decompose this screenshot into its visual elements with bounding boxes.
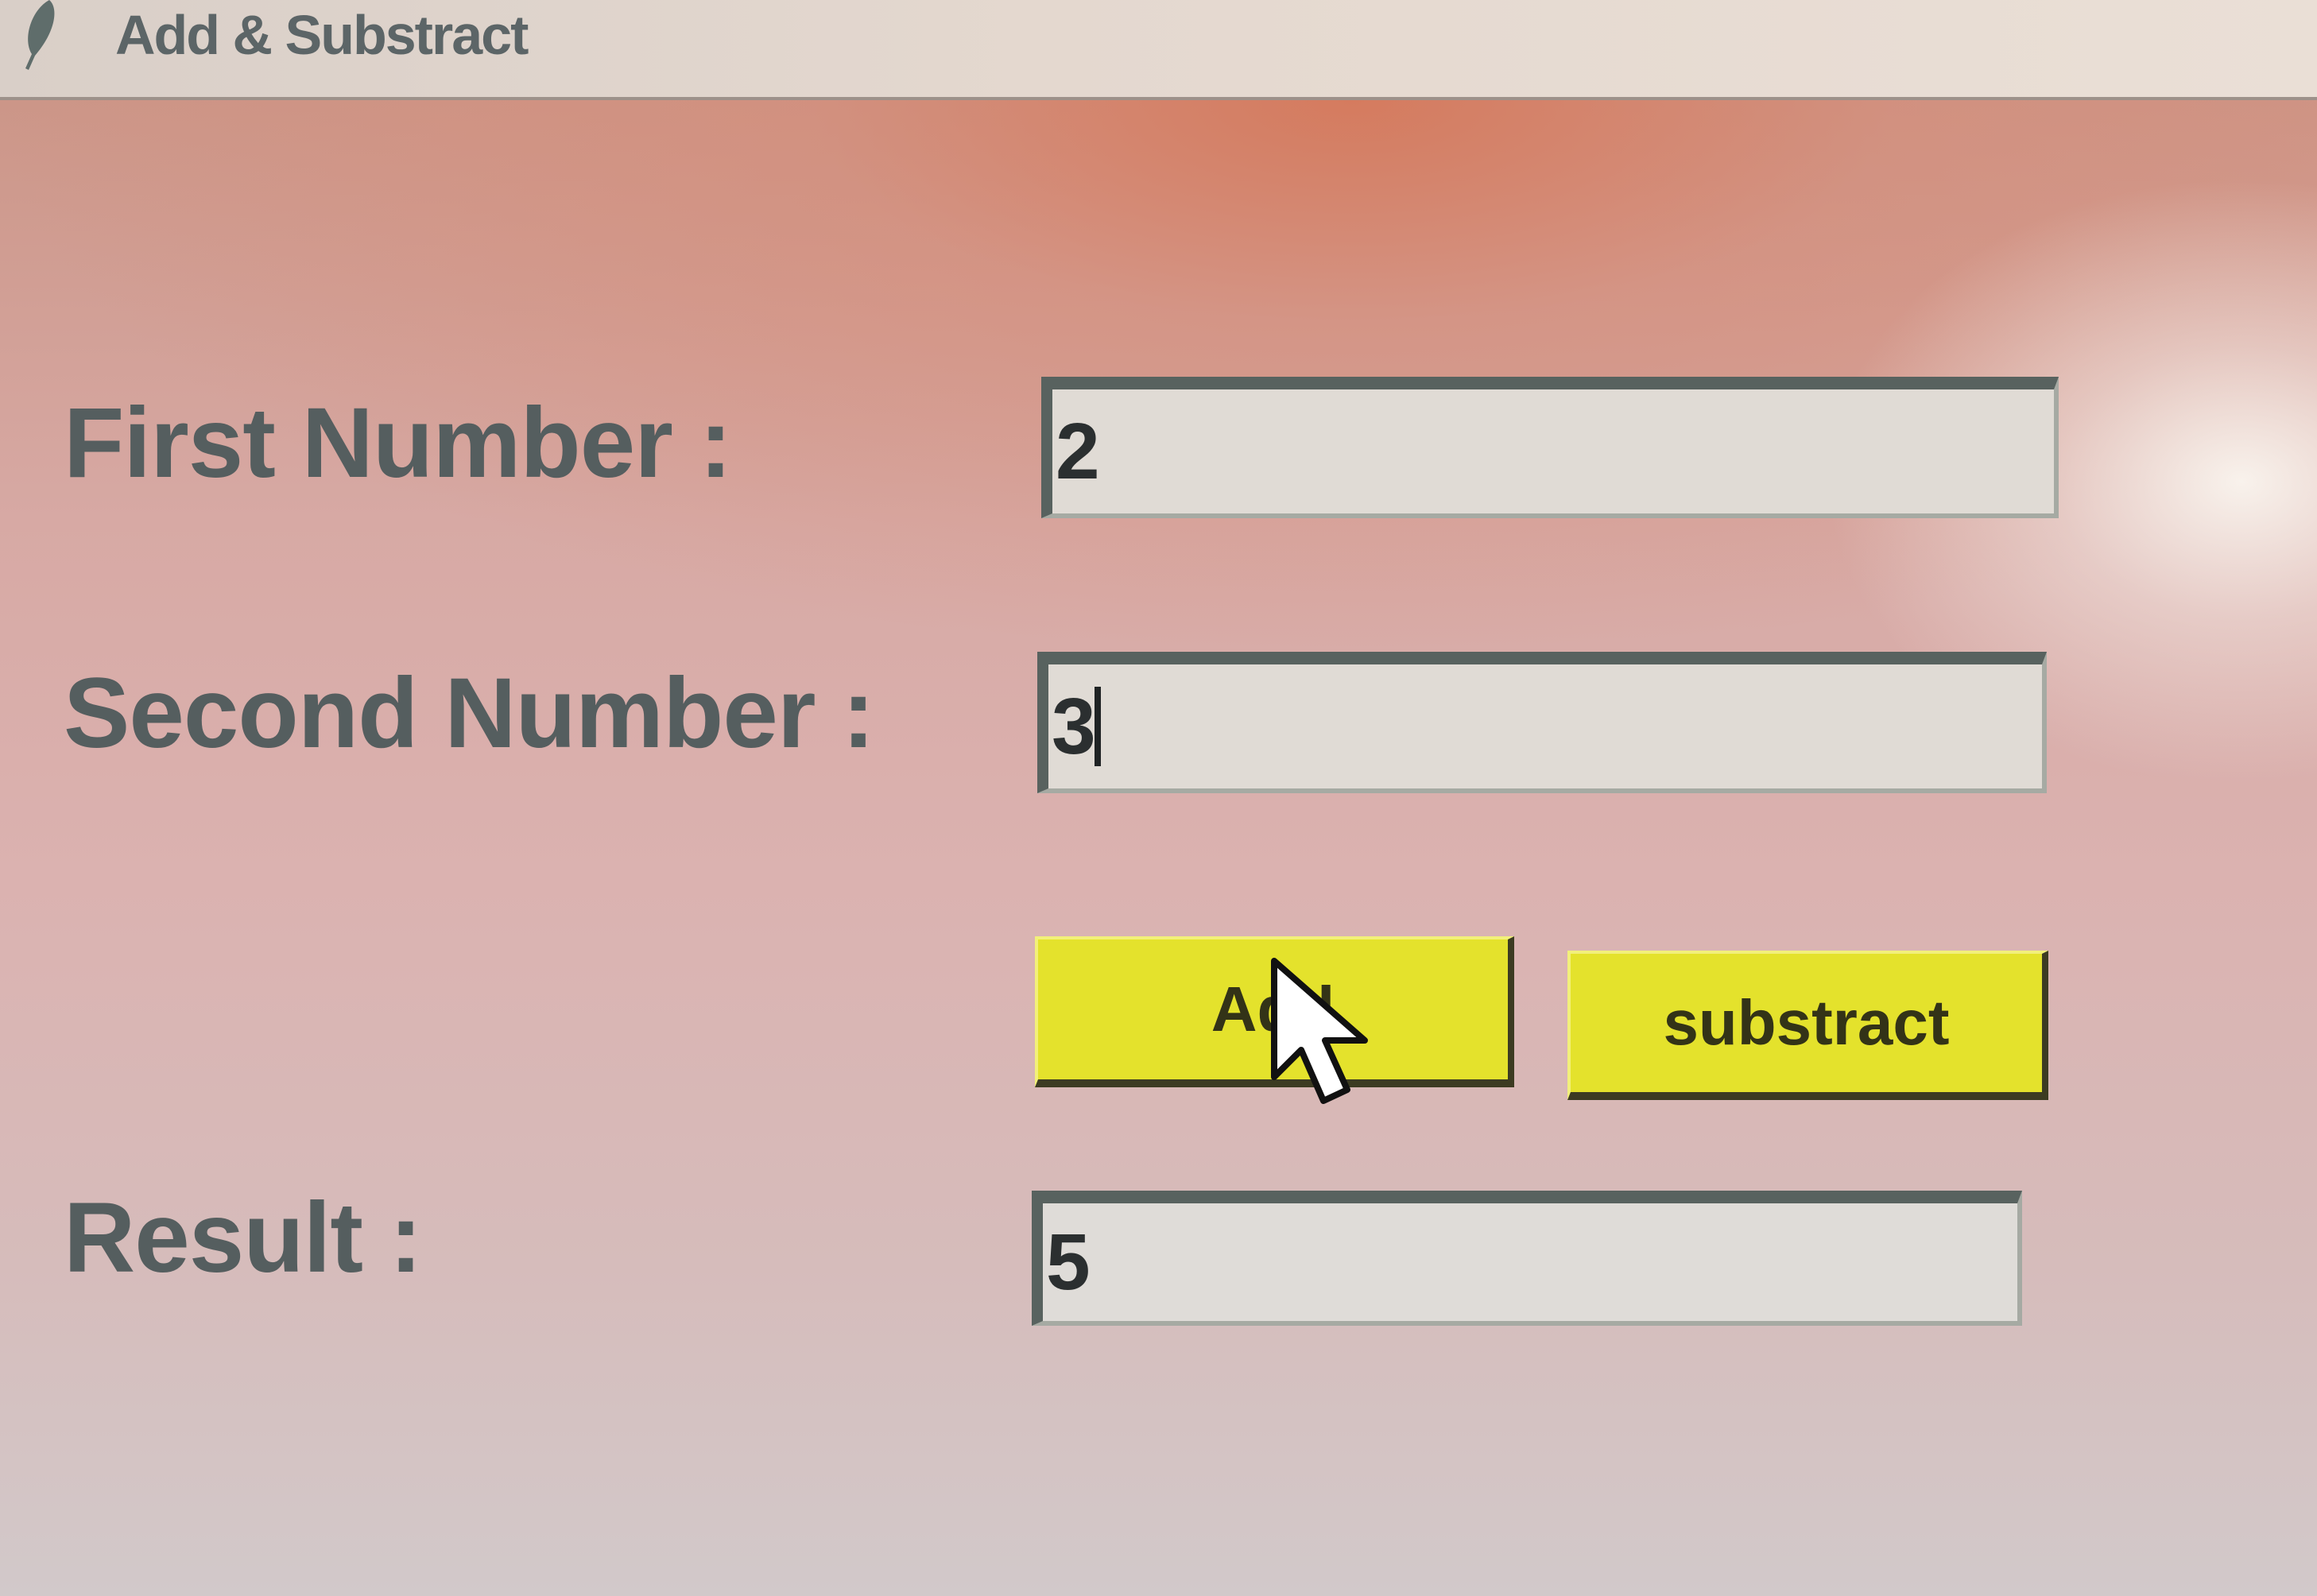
subtract-button[interactable]: substract bbox=[1567, 951, 2048, 1100]
second-number-value: 3 bbox=[1052, 682, 1096, 771]
second-number-input[interactable]: 3 bbox=[1037, 652, 2047, 793]
text-caret bbox=[1094, 687, 1101, 766]
second-number-label: Second Number : bbox=[64, 658, 875, 769]
result-label: Result : bbox=[64, 1183, 422, 1293]
app-window: Add & Substract First Number : 2 Second … bbox=[0, 0, 2317, 1596]
first-number-input[interactable]: 2 bbox=[1041, 377, 2059, 518]
first-number-value: 2 bbox=[1056, 407, 1100, 496]
main-panel: First Number : 2 Second Number : 3 Add s… bbox=[0, 100, 2317, 1596]
title-bar[interactable]: Add & Substract bbox=[0, 0, 2317, 100]
mouse-pointer-icon bbox=[1271, 958, 1368, 1104]
result-value: 5 bbox=[1046, 1218, 1091, 1307]
window-title: Add & Substract bbox=[115, 4, 529, 66]
feather-icon bbox=[25, 0, 55, 70]
result-output[interactable]: 5 bbox=[1032, 1191, 2022, 1326]
first-number-label: First Number : bbox=[64, 388, 732, 498]
